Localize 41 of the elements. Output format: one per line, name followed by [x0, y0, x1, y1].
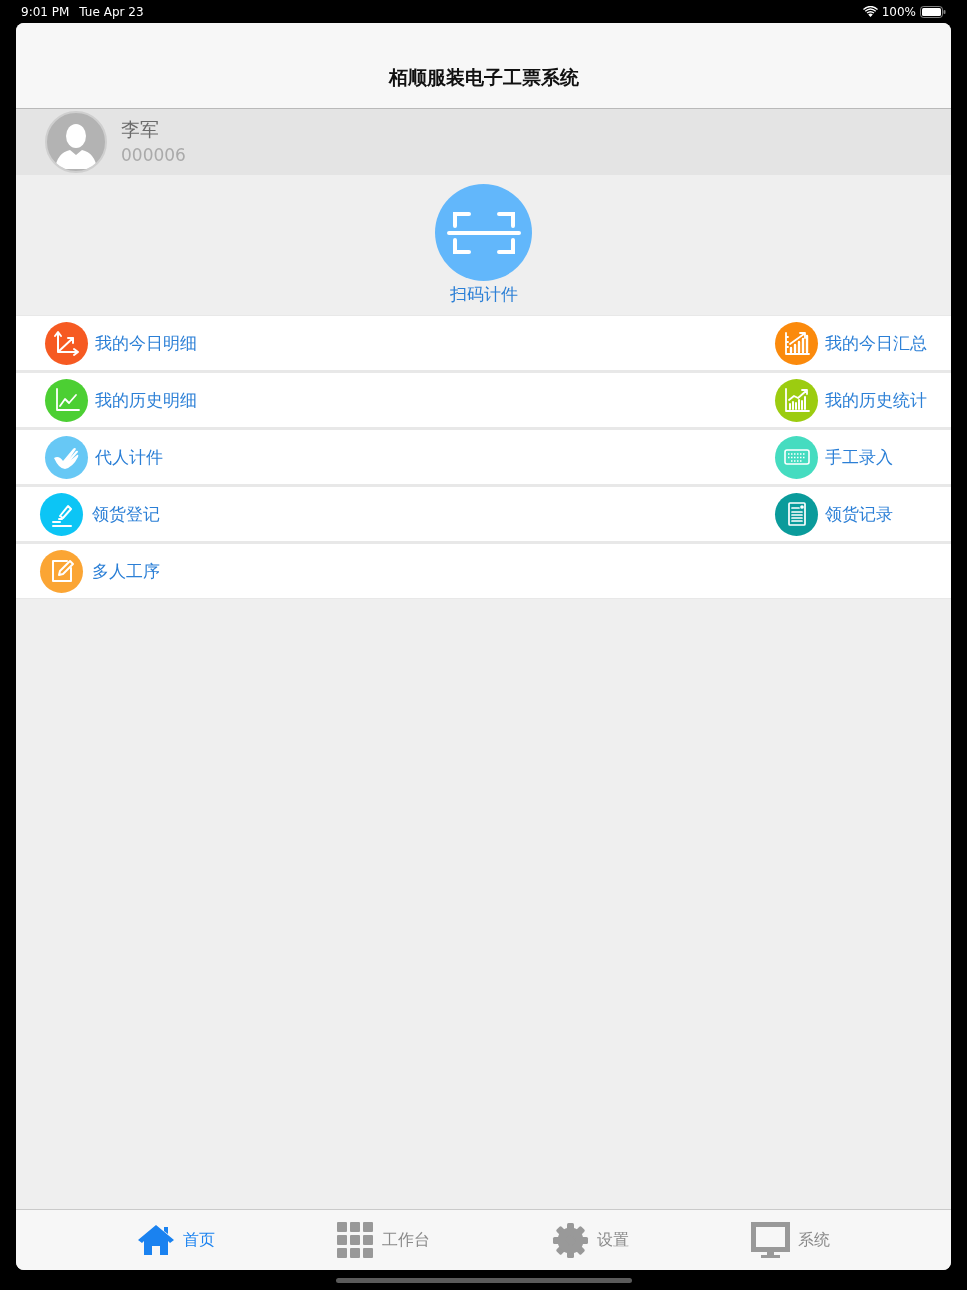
tab-label: 首页 — [183, 1229, 215, 1251]
menu-item[interactable]: 代人计件 — [45, 435, 163, 479]
menu-item[interactable]: 我的今日汇总 — [775, 321, 927, 365]
nav-title: 栢顺服装电子工票系统 — [388, 65, 579, 90]
user-id: 000006 — [121, 145, 186, 165]
menu-label: 代人计件 — [95, 445, 163, 469]
home-icon — [137, 1223, 175, 1257]
menu-label: 多人工序 — [92, 559, 160, 583]
tab-button[interactable]: 系统 — [751, 1221, 830, 1259]
user-name: 李军 — [121, 117, 160, 142]
settings-icon — [552, 1221, 589, 1259]
battery-icon — [920, 5, 946, 18]
status-time: 9:01 PM — [21, 4, 70, 19]
menu-item[interactable]: 我的历史统计 — [775, 378, 927, 422]
status-date: Tue Apr 23 — [79, 4, 144, 19]
menu-label: 我的历史统计 — [825, 388, 927, 412]
scan-label[interactable]: 扫码计件 — [449, 283, 518, 306]
tab-label: 系统 — [798, 1229, 830, 1251]
tab-button[interactable]: 首页 — [137, 1223, 215, 1257]
menu-label: 我的今日明细 — [95, 331, 197, 355]
tab-button[interactable]: 设置 — [552, 1221, 629, 1259]
menu-label: 领货登记 — [92, 502, 160, 526]
menu-label: 手工录入 — [825, 445, 893, 469]
menu-item[interactable]: 领货记录 — [775, 492, 893, 536]
menu-label: 我的今日汇总 — [825, 331, 927, 355]
grid-icon — [337, 1221, 374, 1259]
scan-icon — [446, 209, 521, 256]
menu-label: 领货记录 — [825, 502, 893, 526]
menu-item[interactable]: 我的今日明细 — [45, 321, 197, 365]
tab-button[interactable]: 工作台 — [337, 1221, 430, 1259]
battery-percent: 100% — [881, 4, 916, 19]
menu-item[interactable]: 手工录入 — [775, 435, 893, 479]
menu-item[interactable]: 领货登记 — [40, 492, 160, 536]
avatar-icon — [45, 111, 107, 173]
menu-label: 我的历史明细 — [95, 388, 197, 412]
tab-label: 工作台 — [382, 1229, 430, 1251]
monitor-icon — [751, 1221, 790, 1259]
tab-label: 设置 — [597, 1229, 629, 1251]
menu-item[interactable]: 我的历史明细 — [45, 378, 197, 422]
wifi-icon — [862, 6, 878, 17]
menu-item[interactable]: 多人工序 — [40, 549, 160, 593]
